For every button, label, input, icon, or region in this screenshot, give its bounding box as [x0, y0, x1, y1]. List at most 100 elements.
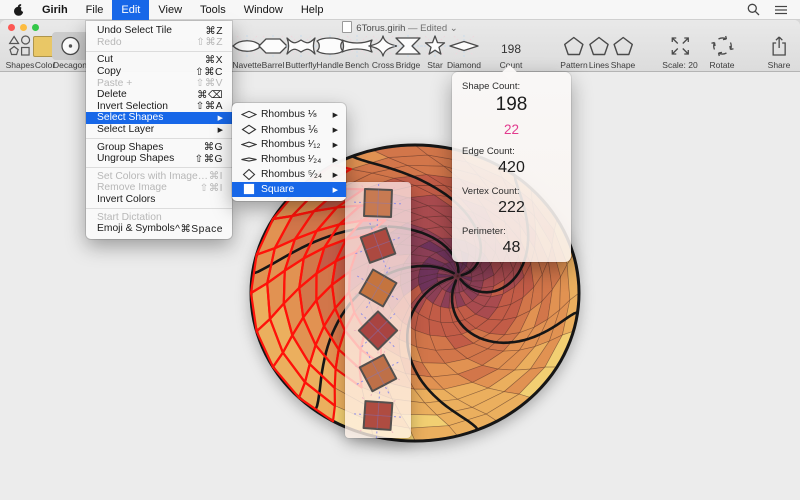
shape-label: Shape: [611, 60, 636, 70]
rhombus-icon: [240, 138, 257, 151]
toolbar-lines-button[interactable]: Lines: [589, 33, 610, 70]
menu-separator: [86, 167, 232, 168]
square-tiles: [345, 182, 411, 438]
share-icon: [770, 33, 789, 59]
notification-center-icon[interactable]: [774, 4, 788, 16]
rotate-icon: [710, 33, 734, 59]
menu-item-undo-select-tile[interactable]: Undo Select Tile⌘Z: [86, 25, 232, 37]
square-tiles-submenu: [345, 182, 411, 438]
menu-bar-items: GirihFileEditViewToolsWindowHelp: [33, 0, 332, 20]
edge-count-label: Edge Count:: [452, 146, 571, 157]
menu-item-copy[interactable]: Copy⇧⌘C: [86, 66, 232, 78]
menu-item-start-dictation: Start Dictation: [86, 211, 232, 223]
shapes-label: Shapes: [6, 60, 35, 70]
shapes-icon: [9, 33, 32, 59]
rhombus-icon: [240, 168, 257, 181]
edit-menu: Undo Select Tile⌘ZRedo⇧⌘Z Cut⌘XCopy⇧⌘CPas…: [86, 21, 232, 239]
lines-icon: [589, 33, 610, 59]
toolbar-shapes-button[interactable]: Shapes: [6, 33, 35, 70]
rotate-label: Rotate: [709, 60, 734, 70]
lines-label: Lines: [589, 60, 609, 70]
shape-icon: [613, 33, 634, 59]
share-label: Share: [768, 60, 791, 70]
count-value: 198: [501, 33, 521, 59]
menubar-item-view[interactable]: View: [149, 0, 191, 20]
scale-icon: [668, 33, 692, 59]
menu-item-paste: Paste +⇧⌘V: [86, 77, 232, 89]
submenu-item-rhombus[interactable]: Rhombus ⅙▶: [232, 122, 346, 137]
submenu-arrow-icon: ▶: [333, 156, 338, 164]
selected-count-value: 22: [452, 122, 571, 137]
menubar-item-file[interactable]: File: [77, 0, 113, 20]
square-icon: [240, 183, 257, 196]
apple-menu-icon[interactable]: [0, 0, 33, 20]
menubar-item-tools[interactable]: Tools: [191, 0, 235, 20]
submenu-arrow-icon: ▶: [333, 111, 338, 119]
menubar-item-help[interactable]: Help: [292, 0, 333, 20]
shape-count-value: 198: [452, 94, 571, 116]
toolbar-diamond-button[interactable]: Diamond: [447, 33, 481, 70]
perimeter-label: Perimeter:: [452, 226, 571, 237]
menu-item-remove-image: Remove Image⇧⌘I: [86, 182, 232, 194]
menu-separator: [86, 138, 232, 139]
menu-item-group-shapes[interactable]: Group Shapes⌘G: [86, 141, 232, 153]
submenu-arrow-icon: ▶: [333, 171, 338, 179]
menu-bar: GirihFileEditViewToolsWindowHelp: [0, 0, 800, 20]
document-proxy-icon: [342, 21, 352, 33]
barrel-label: Barrel: [262, 60, 285, 70]
spotlight-search-icon[interactable]: [747, 3, 760, 16]
apple-logo-icon: [13, 3, 25, 17]
menu-item-select-layer[interactable]: Select Layer▶: [86, 124, 232, 136]
menu-item-invert-selection[interactable]: Invert Selection⇧⌘A: [86, 101, 232, 113]
toolbar-pattern-button[interactable]: Pattern: [560, 33, 587, 70]
decagon-icon: [52, 32, 89, 60]
menu-item-invert-colors[interactable]: Invert Colors: [86, 194, 232, 206]
shape-count-label: Shape Count:: [452, 81, 571, 92]
bridge-label: Bridge: [396, 60, 421, 70]
submenu-item-rhombus[interactable]: Rhombus ¹⁄₂₄▶: [232, 152, 346, 167]
menu-item-emoji-symbols[interactable]: Emoji & Symbols^⌘Space: [86, 223, 232, 235]
submenu-item-rhombus[interactable]: Rhombus ⅛▶: [232, 107, 346, 122]
butterfly-label: Butterfly: [285, 60, 316, 70]
toolbar-decagon-button[interactable]: Decagon: [53, 33, 87, 70]
select-shapes-submenu: Rhombus ⅛▶Rhombus ⅙▶Rhombus ¹⁄₁₂▶Rhombus…: [232, 103, 346, 201]
rhombus-icon: [240, 108, 257, 121]
count-popover: Shape Count: 198 22 Edge Count: 420 Vert…: [452, 72, 571, 262]
menu-item-select-shapes[interactable]: Select Shapes▶: [86, 112, 232, 124]
menu-item-set-colors-with-image: Set Colors with Image…⌘I: [86, 171, 232, 183]
toolbar-count-button[interactable]: 198Count: [500, 33, 523, 70]
pattern-icon: [564, 33, 585, 59]
menu-separator: [86, 208, 232, 209]
submenu-arrow-icon: ▶: [333, 126, 338, 134]
menubar-item-edit[interactable]: Edit: [112, 0, 149, 20]
toolbar-rotate-button[interactable]: Rotate: [709, 33, 734, 70]
submenu-item-rhombus[interactable]: Rhombus ⁵⁄₂₄▶: [232, 167, 346, 182]
vertex-count-label: Vertex Count:: [452, 186, 571, 197]
submenu-arrow-icon: ▶: [218, 126, 223, 134]
menu-item-cut[interactable]: Cut⌘X: [86, 54, 232, 66]
rhombus-icon: [240, 123, 257, 136]
menubar-item-window[interactable]: Window: [235, 0, 292, 20]
menubar-item-girih[interactable]: Girih: [33, 0, 77, 20]
screen: { "menu_bar": { "items": [ {"label": "Gi…: [0, 0, 800, 500]
submenu-arrow-icon: ▶: [333, 141, 338, 149]
menu-item-ungroup-shapes[interactable]: Ungroup Shapes⇧⌘G: [86, 153, 232, 165]
toolbar-share-button[interactable]: Share: [768, 33, 791, 70]
diamond-label: Diamond: [447, 60, 481, 70]
scale-label: Scale: 20: [662, 60, 697, 70]
perimeter-value: 48: [452, 239, 571, 257]
vertex-count-value: 222: [452, 199, 571, 217]
submenu-arrow-icon: ▶: [333, 186, 338, 194]
menu-item-redo: Redo⇧⌘Z: [86, 37, 232, 49]
menu-bar-extras: [747, 3, 800, 16]
pattern-label: Pattern: [560, 60, 587, 70]
menu-item-delete[interactable]: Delete⌘⌫: [86, 89, 232, 101]
rhombus-icon: [240, 153, 257, 166]
decagon-label: Decagon: [53, 60, 87, 70]
star-label: Star: [427, 60, 443, 70]
submenu-item-rhombus[interactable]: Rhombus ¹⁄₁₂▶: [232, 137, 346, 152]
toolbar-scale-button[interactable]: Scale: 20: [662, 33, 697, 70]
submenu-item-square[interactable]: Square▶: [232, 182, 346, 197]
toolbar-shape-button[interactable]: Shape: [611, 33, 636, 70]
diamond-icon: [447, 33, 481, 59]
